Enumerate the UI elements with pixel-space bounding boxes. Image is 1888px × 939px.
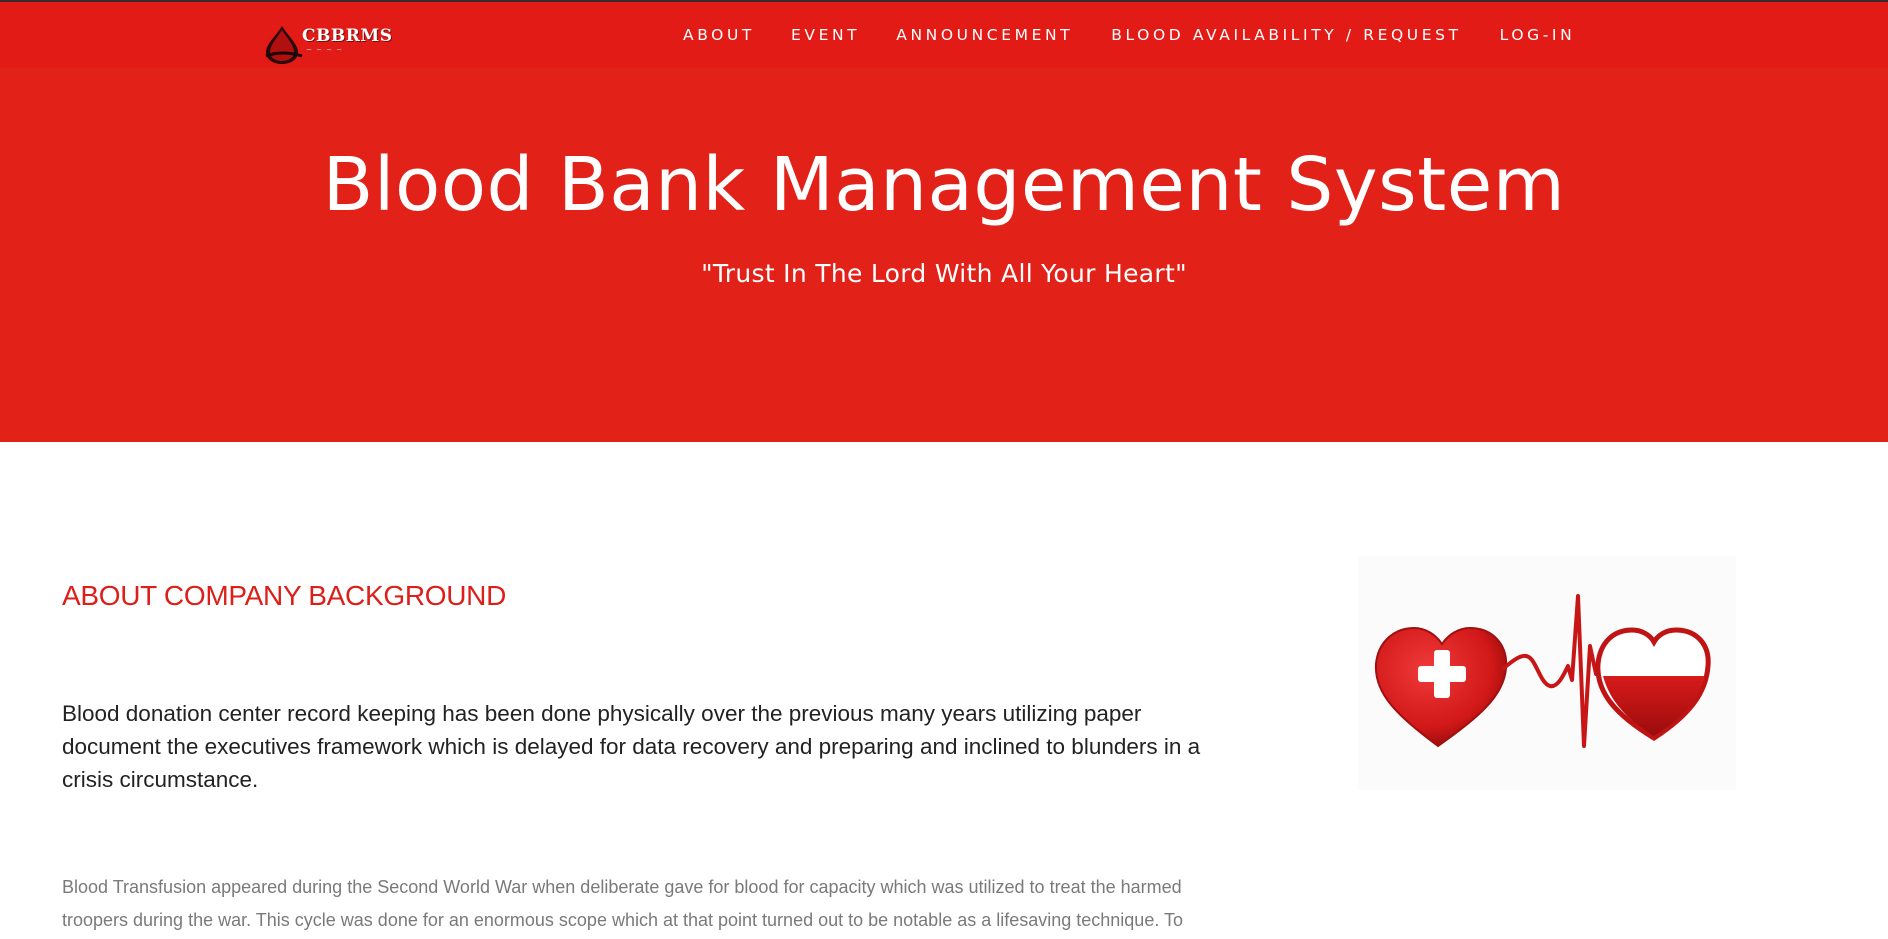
brand-logo-text: CBBRMS — [302, 26, 393, 46]
blood-drop-icon — [265, 26, 303, 64]
brand-logo[interactable]: CBBRMS ~ ~ ~ ~ — [262, 24, 412, 66]
window-top-edge — [0, 0, 1888, 2]
top-navbar: CBBRMS ~ ~ ~ ~ ABOUT EVENT ANNOUNCEMENT … — [0, 2, 1888, 68]
nav-event[interactable]: EVENT — [791, 26, 860, 44]
about-heading: ABOUT COMPANY BACKGROUND — [62, 580, 506, 611]
hero-banner: CBBRMS ~ ~ ~ ~ ABOUT EVENT ANNOUNCEMENT … — [0, 0, 1888, 442]
nav-blood-availability-request[interactable]: BLOOD AVAILABILITY / REQUEST — [1111, 26, 1461, 44]
about-body-paragraph: Blood Transfusion appeared during the Se… — [62, 877, 1184, 930]
hero-subtitle: "Trust In The Lord With All Your Heart" — [701, 259, 1187, 288]
main-nav: ABOUT EVENT ANNOUNCEMENT BLOOD AVAILABIL… — [683, 26, 1575, 44]
nav-announcement[interactable]: ANNOUNCEMENT — [896, 26, 1073, 44]
nav-log-in[interactable]: LOG-IN — [1500, 26, 1576, 44]
nav-about[interactable]: ABOUT — [683, 26, 755, 44]
brand-logo-scribble: ~ ~ ~ ~ — [306, 46, 344, 54]
about-lead-paragraph: Blood donation center record keeping has… — [62, 701, 1201, 792]
hero-title: Blood Bank Management System — [322, 142, 1566, 228]
hearts-heartbeat-illustration — [1358, 556, 1736, 790]
